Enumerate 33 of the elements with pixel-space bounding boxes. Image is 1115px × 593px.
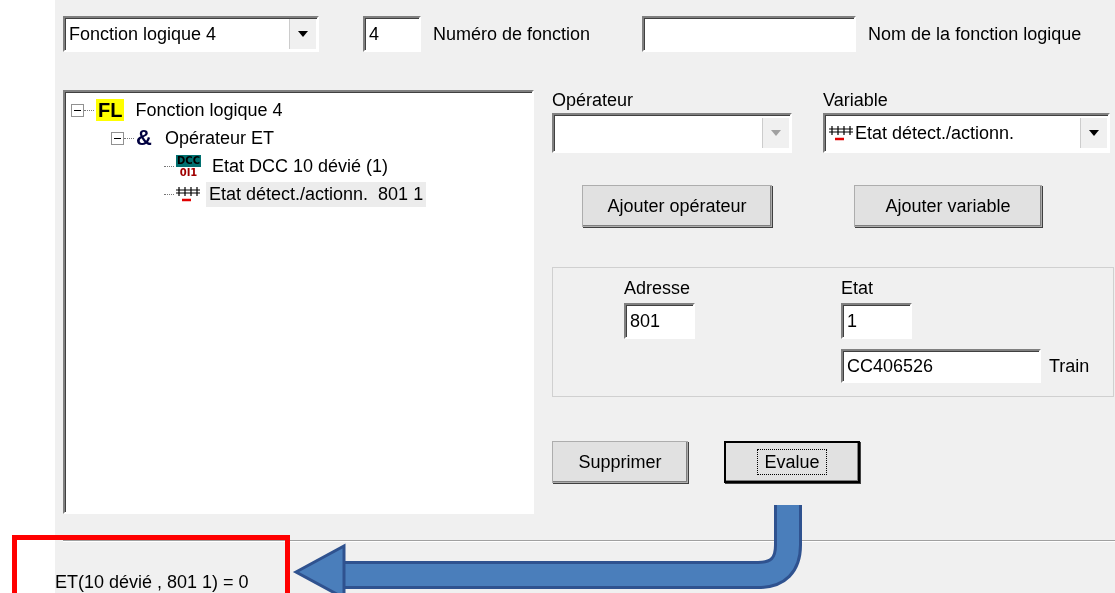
state-field[interactable]: 1 [841,303,912,339]
tree-item[interactable]: Etat DCC 10 dévié (1) [209,153,392,179]
tree-item[interactable]: Opérateur ET [161,125,277,151]
function-number-field[interactable]: 4 [363,16,421,52]
train-label: Train [1049,355,1090,377]
result-text: ET(10 dévié , 801 1) = 0 [55,572,250,593]
dropdown-arrow-icon [771,130,781,136]
function-dropdown[interactable]: Fonction logique 4 [63,16,319,52]
function-name-label: Nom de la fonction logique [868,23,1082,45]
address-label: Adresse [624,278,692,299]
function-name-field[interactable] [642,16,857,52]
and-operator-icon: & [136,125,152,151]
operator-label: Opérateur [552,90,635,111]
add-button[interactable]: Ajouter opérateur [582,185,772,227]
collapse-icon[interactable] [71,103,84,117]
function-icon: FL [96,99,125,121]
state-label: Etat [841,278,875,299]
dropdown-arrow-icon [298,31,308,37]
action-button[interactable]: Evalue [724,441,860,483]
detector-icon [176,186,200,202]
train-field[interactable]: CC406526 [841,349,1041,383]
action-button[interactable]: Supprimer [552,441,688,483]
tree-item[interactable]: Fonction logique 4 [132,97,286,123]
variable-dropdown[interactable]: Etat détect./actionn. [823,113,1110,153]
collapse-icon[interactable] [111,131,124,145]
dropdown-arrow-icon [1089,130,1099,136]
add-button[interactable]: Ajouter variable [854,185,1042,227]
logic-tree[interactable]: FL Fonction logique 4 & Opérateur ET DCC 0I1 Etat DCC 10 dévié (1) Etat détect./actionn. 801 1 [63,90,534,514]
variable-label: Variable [823,90,889,111]
tree-item[interactable]: Etat détect./actionn. 801 1 [206,181,427,207]
address-field[interactable]: 801 [624,303,695,339]
detector-icon [829,125,853,141]
function-number-label: Numéro de fonction [433,23,591,45]
